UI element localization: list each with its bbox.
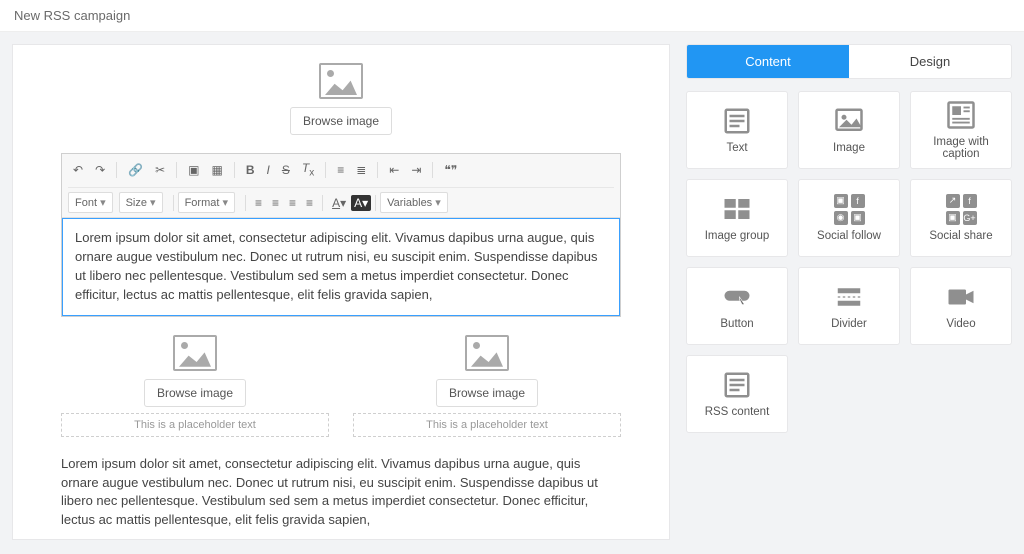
align-center-button[interactable]: ≡ (267, 193, 284, 213)
indent-button[interactable]: ⇥ (406, 160, 426, 180)
widget-text[interactable]: Text (686, 91, 788, 169)
widget-video[interactable]: Video (910, 267, 1012, 345)
browse-image-button[interactable]: Browse image (290, 107, 392, 135)
widget-social-share[interactable]: ↗f▣G+ Social share (910, 179, 1012, 257)
clear-format-button[interactable]: Tx (297, 158, 319, 181)
widget-label: Button (720, 318, 753, 330)
caption-placeholder[interactable]: This is a placeholder text (61, 413, 329, 437)
font-dropdown[interactable]: Font (68, 192, 113, 213)
column-right[interactable]: Browse image This is a placeholder text (353, 335, 621, 437)
browse-image-button[interactable]: Browse image (436, 379, 538, 407)
image-icon (831, 106, 867, 136)
image-caption-icon (943, 100, 979, 130)
quote-button[interactable]: ❝❞ (439, 160, 462, 180)
image-block-top[interactable]: Browse image (61, 63, 621, 135)
undo-icon[interactable]: ↶ (68, 160, 88, 180)
numbered-list-button[interactable]: ≡ (332, 160, 349, 180)
widget-image[interactable]: Image (798, 91, 900, 169)
size-dropdown[interactable]: Size (119, 192, 163, 213)
browse-image-button[interactable]: Browse image (144, 379, 246, 407)
widget-image-group[interactable]: Image group (686, 179, 788, 257)
button-icon (719, 282, 755, 312)
image-placeholder-icon (465, 335, 509, 371)
side-tabs: Content Design (686, 44, 1012, 79)
text-block[interactable]: Lorem ipsum dolor sit amet, consectetur … (61, 455, 621, 530)
rss-icon (719, 370, 755, 400)
unlink-icon[interactable]: ✂ (150, 160, 170, 180)
image-group-icon (719, 194, 755, 224)
social-follow-icon: ▣f◉▣ (831, 194, 867, 224)
widget-label: Social share (929, 230, 992, 242)
text-icon (719, 106, 755, 136)
column-left[interactable]: Browse image This is a placeholder text (61, 335, 329, 437)
widget-social-follow[interactable]: ▣f◉▣ Social follow (798, 179, 900, 257)
widget-label: Image group (705, 230, 770, 242)
widget-label: RSS content (705, 406, 770, 418)
widget-label: Social follow (817, 230, 881, 242)
bullet-list-button[interactable]: ≣ (351, 160, 371, 180)
side-panel: Content Design Text Image Image wit (686, 44, 1012, 540)
outdent-button[interactable]: ⇤ (384, 160, 404, 180)
widget-label: Image (833, 142, 865, 154)
align-left-button[interactable]: ≡ (250, 193, 267, 213)
widget-divider[interactable]: Divider (798, 267, 900, 345)
page-title: New RSS campaign (14, 8, 130, 23)
widget-label: Text (726, 142, 747, 154)
widget-rss[interactable]: RSS content (686, 355, 788, 433)
rte-toolbar: ↶ ↷ 🔗 ✂ ▣ ▦ B I S Tx ≡ (62, 154, 620, 218)
two-column-block[interactable]: Browse image This is a placeholder text … (61, 335, 621, 437)
divider-icon (831, 282, 867, 312)
widget-grid: Text Image Image with caption Image grou… (686, 91, 1012, 433)
table-icon[interactable]: ▦ (206, 160, 227, 180)
image-placeholder-icon (173, 335, 217, 371)
widget-label: Video (946, 318, 975, 330)
widget-button[interactable]: Button (686, 267, 788, 345)
rich-text-editor[interactable]: ↶ ↷ 🔗 ✂ ▣ ▦ B I S Tx ≡ (61, 153, 621, 317)
format-dropdown[interactable]: Format (178, 192, 235, 213)
tab-content[interactable]: Content (687, 45, 849, 78)
video-icon (943, 282, 979, 312)
image-placeholder-icon (319, 63, 363, 99)
align-justify-button[interactable]: ≡ (301, 193, 318, 213)
link-icon[interactable]: 🔗 (123, 160, 148, 180)
tab-design[interactable]: Design (849, 45, 1011, 78)
widget-image-caption[interactable]: Image with caption (910, 91, 1012, 169)
redo-icon[interactable]: ↷ (90, 160, 110, 180)
bold-button[interactable]: B (241, 160, 260, 180)
email-canvas[interactable]: Browse image ↶ ↷ 🔗 ✂ ▣ ▦ B (12, 44, 670, 540)
bg-color-button[interactable]: A▾ (351, 195, 371, 211)
text-color-button[interactable]: A▾ (327, 193, 351, 213)
widget-label: Image with caption (915, 136, 1007, 160)
image-icon[interactable]: ▣ (183, 160, 204, 180)
strike-button[interactable]: S (277, 160, 295, 180)
italic-button[interactable]: I (262, 160, 275, 180)
align-right-button[interactable]: ≡ (284, 193, 301, 213)
social-share-icon: ↗f▣G+ (943, 194, 979, 224)
page-header: New RSS campaign (0, 0, 1024, 32)
caption-placeholder[interactable]: This is a placeholder text (353, 413, 621, 437)
rte-content[interactable]: Lorem ipsum dolor sit amet, consectetur … (62, 218, 620, 315)
variables-dropdown[interactable]: Variables (380, 192, 448, 213)
widget-label: Divider (831, 318, 867, 330)
